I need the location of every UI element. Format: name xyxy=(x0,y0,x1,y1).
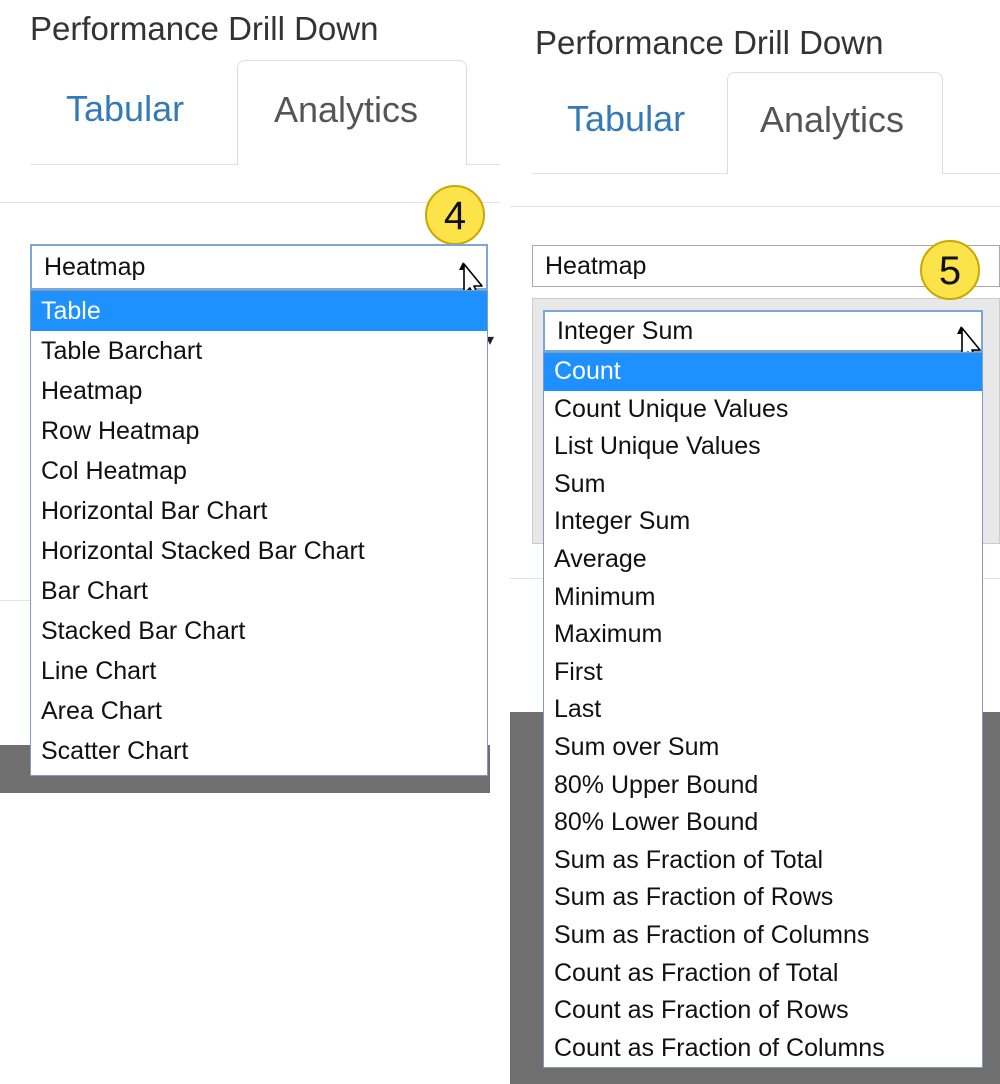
option-col-heatmap[interactable]: Col Heatmap xyxy=(31,451,487,491)
tab-analytics-label: Analytics xyxy=(274,89,419,130)
section-divider xyxy=(0,202,500,203)
option-80-upper-bound[interactable]: 80% Upper Bound xyxy=(544,767,982,805)
option-average[interactable]: Average xyxy=(544,541,982,579)
tab-tabular[interactable]: Tabular xyxy=(66,88,184,130)
step-badge: 5 xyxy=(920,240,980,300)
renderer-select-value: Heatmap xyxy=(44,253,146,281)
option-sum-over-sum[interactable]: Sum over Sum xyxy=(544,729,982,767)
aggregator-dropdown: Count Count Unique Values List Unique Va… xyxy=(543,352,983,1068)
option-horizontal-stacked-bar-chart[interactable]: Horizontal Stacked Bar Chart xyxy=(31,531,487,571)
option-stacked-bar-chart[interactable]: Stacked Bar Chart xyxy=(31,611,487,651)
left-panel: ▾ Performance Drill Down Tabular Analyti… xyxy=(0,0,500,800)
page-title: Performance Drill Down xyxy=(535,24,884,61)
option-sum-fraction-rows[interactable]: Sum as Fraction of Rows xyxy=(544,879,982,917)
tab-tabular[interactable]: Tabular xyxy=(567,98,685,140)
option-minimum[interactable]: Minimum xyxy=(544,579,982,617)
option-first[interactable]: First xyxy=(544,654,982,692)
tab-analytics[interactable]: Analytics xyxy=(237,60,467,165)
option-sum-fraction-columns[interactable]: Sum as Fraction of Columns xyxy=(544,917,982,955)
option-bar-chart[interactable]: Bar Chart xyxy=(31,571,487,611)
tab-analytics-label: Analytics xyxy=(760,99,905,140)
option-table-barchart[interactable]: Table Barchart xyxy=(31,331,487,371)
renderer-select[interactable]: Heatmap xyxy=(30,244,488,290)
option-count-fraction-total[interactable]: Count as Fraction of Total xyxy=(544,955,982,993)
step-badge: 4 xyxy=(425,185,485,245)
tabs-underline xyxy=(532,173,727,174)
option-scatter-chart[interactable]: Scatter Chart xyxy=(31,731,487,771)
section-divider xyxy=(510,206,1000,207)
option-sum-fraction-total[interactable]: Sum as Fraction of Total xyxy=(544,842,982,880)
renderer-dropdown: Table Table Barchart Heatmap Row Heatmap… xyxy=(30,290,488,776)
option-sum[interactable]: Sum xyxy=(544,466,982,504)
option-row-heatmap[interactable]: Row Heatmap xyxy=(31,411,487,451)
option-area-chart[interactable]: Area Chart xyxy=(31,691,487,731)
option-line-chart[interactable]: Line Chart xyxy=(31,651,487,691)
option-80-lower-bound[interactable]: 80% Lower Bound xyxy=(544,804,982,842)
tabs-underline-right xyxy=(467,164,500,165)
option-count[interactable]: Count xyxy=(544,353,982,391)
divider xyxy=(0,600,30,601)
option-count-fraction-columns[interactable]: Count as Fraction of Columns xyxy=(544,1030,982,1067)
tab-analytics[interactable]: Analytics xyxy=(727,72,943,174)
option-last[interactable]: Last xyxy=(544,691,982,729)
option-heatmap[interactable]: Heatmap xyxy=(31,371,487,411)
option-list-unique-values[interactable]: List Unique Values xyxy=(544,428,982,466)
tabs-underline xyxy=(30,164,237,165)
option-table[interactable]: Table xyxy=(31,291,487,331)
option-count-fraction-rows[interactable]: Count as Fraction of Rows xyxy=(544,992,982,1030)
option-maximum[interactable]: Maximum xyxy=(544,616,982,654)
option-integer-sum[interactable]: Integer Sum xyxy=(544,503,982,541)
option-count-unique-values[interactable]: Count Unique Values xyxy=(544,391,982,429)
tabs-underline-right xyxy=(943,173,1000,174)
page-title: Performance Drill Down xyxy=(30,10,379,47)
option-horizontal-bar-chart[interactable]: Horizontal Bar Chart xyxy=(31,491,487,531)
aggregator-select-value: Integer Sum xyxy=(557,317,694,345)
aggregator-select[interactable]: Integer Sum xyxy=(543,310,983,352)
renderer-select-value: Heatmap xyxy=(545,252,647,280)
right-panel: Performance Drill Down Tabular Analytics… xyxy=(510,0,1000,1084)
